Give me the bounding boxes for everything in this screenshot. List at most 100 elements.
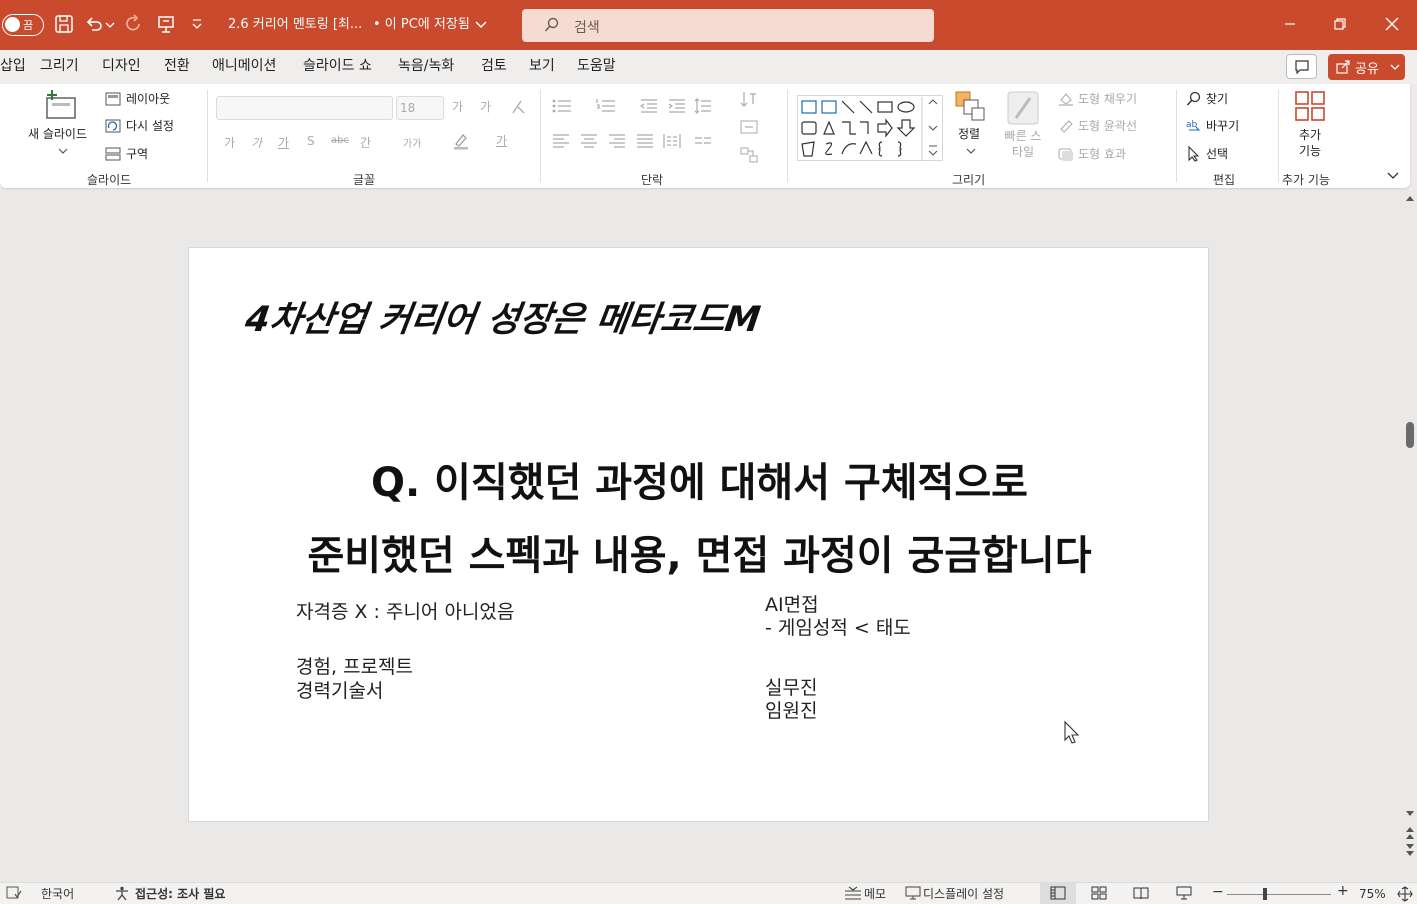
shadow-button[interactable]: S: [307, 134, 315, 148]
notes-button[interactable]: 메모: [864, 887, 886, 901]
tab-animations[interactable]: 애니메이션: [212, 57, 276, 75]
section-button[interactable]: 구역: [126, 147, 148, 162]
increase-indent-icon[interactable]: [668, 98, 686, 114]
vertical-scrollbar[interactable]: [1403, 190, 1417, 882]
left-text-line-3[interactable]: 경력기술서: [296, 680, 383, 703]
minimize-icon[interactable]: [1280, 14, 1300, 34]
spellcheck-icon[interactable]: [6, 886, 22, 900]
close-icon[interactable]: [1382, 14, 1402, 34]
numbering-icon[interactable]: [596, 98, 616, 114]
fit-to-window-icon[interactable]: [1397, 886, 1413, 902]
underline-button[interactable]: 가: [278, 134, 289, 151]
shape-fill-button[interactable]: 도형 채우기: [1078, 92, 1137, 107]
tab-record[interactable]: 녹음/녹화: [398, 57, 454, 75]
tab-slideshow[interactable]: 슬라이드 쇼: [303, 57, 372, 75]
find-button[interactable]: 찾기: [1206, 92, 1228, 107]
chevron-down-icon[interactable]: [966, 146, 976, 156]
slideshow-view-icon[interactable]: [1176, 886, 1192, 900]
undo-dropdown-icon[interactable]: [104, 14, 116, 34]
arrange-button[interactable]: 정렬: [958, 127, 980, 142]
language-status[interactable]: 한국어: [41, 887, 74, 901]
question-line-1[interactable]: Q. 이직했던 과정에 대해서 구체적으로: [189, 450, 1210, 508]
justify-icon[interactable]: [636, 133, 654, 149]
scroll-up-icon[interactable]: [1405, 194, 1415, 202]
present-icon[interactable]: [156, 14, 176, 34]
new-slide-icon[interactable]: [44, 88, 78, 122]
tab-draw[interactable]: 그리기: [40, 57, 79, 75]
clear-format-icon[interactable]: [509, 98, 527, 116]
highlight-icon[interactable]: [452, 132, 470, 150]
previous-slide-icon[interactable]: [1405, 826, 1415, 840]
next-slide-icon[interactable]: [1405, 843, 1415, 857]
addins-icon[interactable]: [1294, 90, 1326, 122]
reset-button[interactable]: 다시 설정: [126, 119, 174, 134]
italic-button[interactable]: 가: [251, 134, 262, 151]
chevron-down-icon[interactable]: [474, 14, 488, 34]
quick-styles-icon[interactable]: [1006, 90, 1040, 126]
tab-review[interactable]: 검토: [481, 57, 507, 75]
replace-button[interactable]: 바꾸기: [1206, 119, 1239, 134]
char-spacing-button[interactable]: 간: [360, 134, 371, 151]
zoom-slider[interactable]: [1227, 894, 1331, 895]
document-title[interactable]: 2.6 커리어 멘토링 [최...: [228, 17, 362, 33]
left-text-line-1[interactable]: 자격증 X : 주니어 아니었음: [296, 601, 514, 624]
right-text-line-2[interactable]: - 게임성적 < 태도: [765, 617, 911, 640]
shape-effects-button[interactable]: 도형 효과: [1078, 147, 1126, 162]
undo-icon[interactable]: [84, 14, 104, 34]
tab-transitions[interactable]: 전환: [164, 57, 190, 75]
redo-icon[interactable]: [124, 14, 144, 34]
autosave-toggle[interactable]: 끔: [2, 14, 44, 36]
grow-font-button[interactable]: 가: [452, 98, 463, 115]
convert-smartart-icon[interactable]: [740, 146, 758, 164]
shape-outline-button[interactable]: 도형 윤곽선: [1078, 119, 1137, 134]
shapes-gallery[interactable]: [797, 95, 943, 161]
bullets-icon[interactable]: [552, 98, 572, 114]
save-status[interactable]: • 이 PC에 저장됨: [373, 17, 470, 33]
zoom-out-button[interactable]: −: [1212, 885, 1224, 899]
strikethrough-button[interactable]: abc: [331, 135, 349, 146]
normal-view-button[interactable]: [1040, 883, 1076, 904]
slide-title[interactable]: 4차산업 커리어 성장은 메타코드M: [242, 291, 764, 342]
align-center-icon[interactable]: [580, 133, 598, 149]
question-line-2[interactable]: 준비했던 스펙과 내용, 면접 과정이 궁금합니다: [189, 523, 1210, 581]
collapse-ribbon-icon[interactable]: [1386, 170, 1400, 182]
slide[interactable]: 4차산업 커리어 성장은 메타코드M Q. 이직했던 과정에 대해서 구체적으로…: [188, 247, 1209, 822]
arrange-icon[interactable]: [954, 90, 988, 124]
quick-styles-label[interactable]: 빠른 스타일: [1000, 128, 1046, 160]
smartart-icon[interactable]: [694, 133, 712, 149]
layout-button[interactable]: 레이아웃: [126, 92, 170, 107]
font-size-dropdown[interactable]: 18: [396, 96, 444, 120]
right-text-line-3[interactable]: 실무진: [765, 677, 817, 700]
right-text-line-1[interactable]: AI면접: [765, 594, 819, 617]
left-text-line-2[interactable]: 경험, 프로젝트: [296, 656, 413, 679]
customize-qat-icon[interactable]: [190, 14, 204, 34]
share-button[interactable]: 공유: [1328, 54, 1405, 80]
select-button[interactable]: 선택: [1206, 147, 1228, 162]
addins-button[interactable]: 추가 기능: [1294, 127, 1326, 159]
right-text-line-4[interactable]: 임원진: [765, 700, 817, 723]
align-text-icon[interactable]: [740, 118, 758, 136]
accessibility-status[interactable]: 접근성: 조사 필요: [135, 887, 225, 901]
align-right-icon[interactable]: [608, 133, 626, 149]
decrease-indent-icon[interactable]: [640, 98, 658, 114]
align-left-icon[interactable]: [552, 133, 570, 149]
tab-design[interactable]: 디자인: [102, 57, 141, 75]
bold-button[interactable]: 가: [224, 134, 235, 151]
font-color-button[interactable]: 가: [496, 132, 507, 149]
zoom-slider-thumb[interactable]: [1263, 888, 1267, 900]
tab-insert[interactable]: 삽입: [0, 57, 26, 75]
change-case-button[interactable]: 가가: [403, 135, 421, 150]
font-name-dropdown[interactable]: [216, 96, 393, 120]
shapes-icon[interactable]: [798, 96, 944, 162]
search-box[interactable]: 검색: [522, 9, 934, 42]
scroll-down-icon[interactable]: [1405, 810, 1415, 818]
zoom-level[interactable]: 75%: [1359, 887, 1386, 901]
shrink-font-button[interactable]: 가: [480, 98, 491, 115]
chevron-down-icon[interactable]: [58, 146, 68, 156]
scroll-thumb[interactable]: [1406, 422, 1414, 448]
slide-sorter-icon[interactable]: [1091, 886, 1107, 900]
zoom-in-button[interactable]: +: [1337, 884, 1349, 898]
text-direction-icon[interactable]: [740, 90, 758, 108]
display-settings-button[interactable]: 디스플레이 설정: [923, 887, 1004, 901]
line-spacing-icon[interactable]: [694, 98, 712, 114]
